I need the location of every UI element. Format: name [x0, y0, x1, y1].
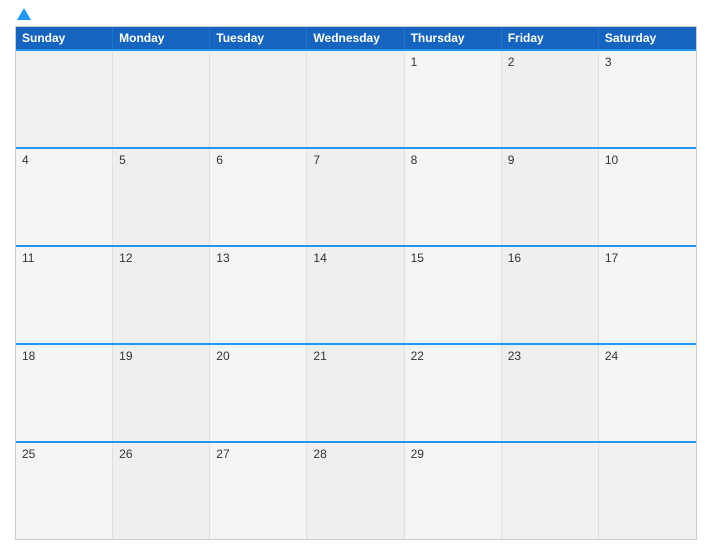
- day-cell: 24: [599, 345, 696, 441]
- day-cell: 8: [405, 149, 502, 245]
- day-cell: 17: [599, 247, 696, 343]
- day-number: 28: [313, 447, 326, 461]
- day-header-tuesday: Tuesday: [210, 27, 307, 49]
- day-number: 14: [313, 251, 326, 265]
- day-number: 12: [119, 251, 132, 265]
- day-number: 7: [313, 153, 320, 167]
- day-number: 27: [216, 447, 229, 461]
- logo-triangle-icon: [17, 8, 31, 20]
- day-cell: 29: [405, 443, 502, 539]
- day-cell: 22: [405, 345, 502, 441]
- day-number: 6: [216, 153, 223, 167]
- days-header-row: SundayMondayTuesdayWednesdayThursdayFrid…: [16, 27, 696, 49]
- day-cell: 25: [16, 443, 113, 539]
- day-cell: [210, 51, 307, 147]
- day-number: 22: [411, 349, 424, 363]
- day-number: 5: [119, 153, 126, 167]
- day-cell: 19: [113, 345, 210, 441]
- day-cell: [599, 443, 696, 539]
- day-number: 29: [411, 447, 424, 461]
- day-cell: 16: [502, 247, 599, 343]
- day-cell: 6: [210, 149, 307, 245]
- day-cell: [16, 51, 113, 147]
- day-cell: 12: [113, 247, 210, 343]
- day-header-sunday: Sunday: [16, 27, 113, 49]
- day-number: 11: [22, 251, 34, 265]
- day-header-wednesday: Wednesday: [307, 27, 404, 49]
- calendar-grid: SundayMondayTuesdayWednesdayThursdayFrid…: [15, 26, 697, 540]
- week-row-5: 25 26 27 28 29: [16, 441, 696, 539]
- day-number: 8: [411, 153, 418, 167]
- week-row-2: 4 5 6 7 8 9 10: [16, 147, 696, 245]
- day-cell: 2: [502, 51, 599, 147]
- day-number: 1: [411, 55, 418, 69]
- day-number: 15: [411, 251, 424, 265]
- day-number: 2: [508, 55, 515, 69]
- day-cell: 11: [16, 247, 113, 343]
- day-cell: 18: [16, 345, 113, 441]
- day-cell: 28: [307, 443, 404, 539]
- day-cell: 21: [307, 345, 404, 441]
- day-cell: 15: [405, 247, 502, 343]
- day-cell: [307, 51, 404, 147]
- week-row-1: 1 2 3: [16, 49, 696, 147]
- day-cell: [502, 443, 599, 539]
- day-number: 25: [22, 447, 35, 461]
- day-cell: 4: [16, 149, 113, 245]
- week-row-3: 11 12 13 14 15 16 17: [16, 245, 696, 343]
- day-cell: 23: [502, 345, 599, 441]
- day-number: 19: [119, 349, 132, 363]
- day-cell: 3: [599, 51, 696, 147]
- day-number: 26: [119, 447, 132, 461]
- day-number: 20: [216, 349, 229, 363]
- day-number: 3: [605, 55, 612, 69]
- day-header-monday: Monday: [113, 27, 210, 49]
- calendar-page: SundayMondayTuesdayWednesdayThursdayFrid…: [0, 0, 712, 550]
- day-cell: [113, 51, 210, 147]
- day-cell: 26: [113, 443, 210, 539]
- day-header-saturday: Saturday: [599, 27, 696, 49]
- day-number: 4: [22, 153, 29, 167]
- day-number: 18: [22, 349, 35, 363]
- day-cell: 13: [210, 247, 307, 343]
- day-number: 9: [508, 153, 515, 167]
- day-number: 23: [508, 349, 521, 363]
- day-cell: 14: [307, 247, 404, 343]
- weeks-container: 1234567891011121314151617181920212223242…: [16, 49, 696, 539]
- day-number: 16: [508, 251, 521, 265]
- day-header-thursday: Thursday: [405, 27, 502, 49]
- day-number: 10: [605, 153, 618, 167]
- day-cell: 27: [210, 443, 307, 539]
- day-cell: 10: [599, 149, 696, 245]
- day-number: 21: [313, 349, 326, 363]
- logo: [15, 10, 31, 20]
- day-cell: 9: [502, 149, 599, 245]
- day-cell: 7: [307, 149, 404, 245]
- week-row-4: 18 19 20 21 22 23 24: [16, 343, 696, 441]
- day-cell: 20: [210, 345, 307, 441]
- header: [15, 10, 697, 26]
- day-cell: 1: [405, 51, 502, 147]
- day-number: 13: [216, 251, 229, 265]
- day-header-friday: Friday: [502, 27, 599, 49]
- day-cell: 5: [113, 149, 210, 245]
- day-number: 17: [605, 251, 618, 265]
- day-number: 24: [605, 349, 618, 363]
